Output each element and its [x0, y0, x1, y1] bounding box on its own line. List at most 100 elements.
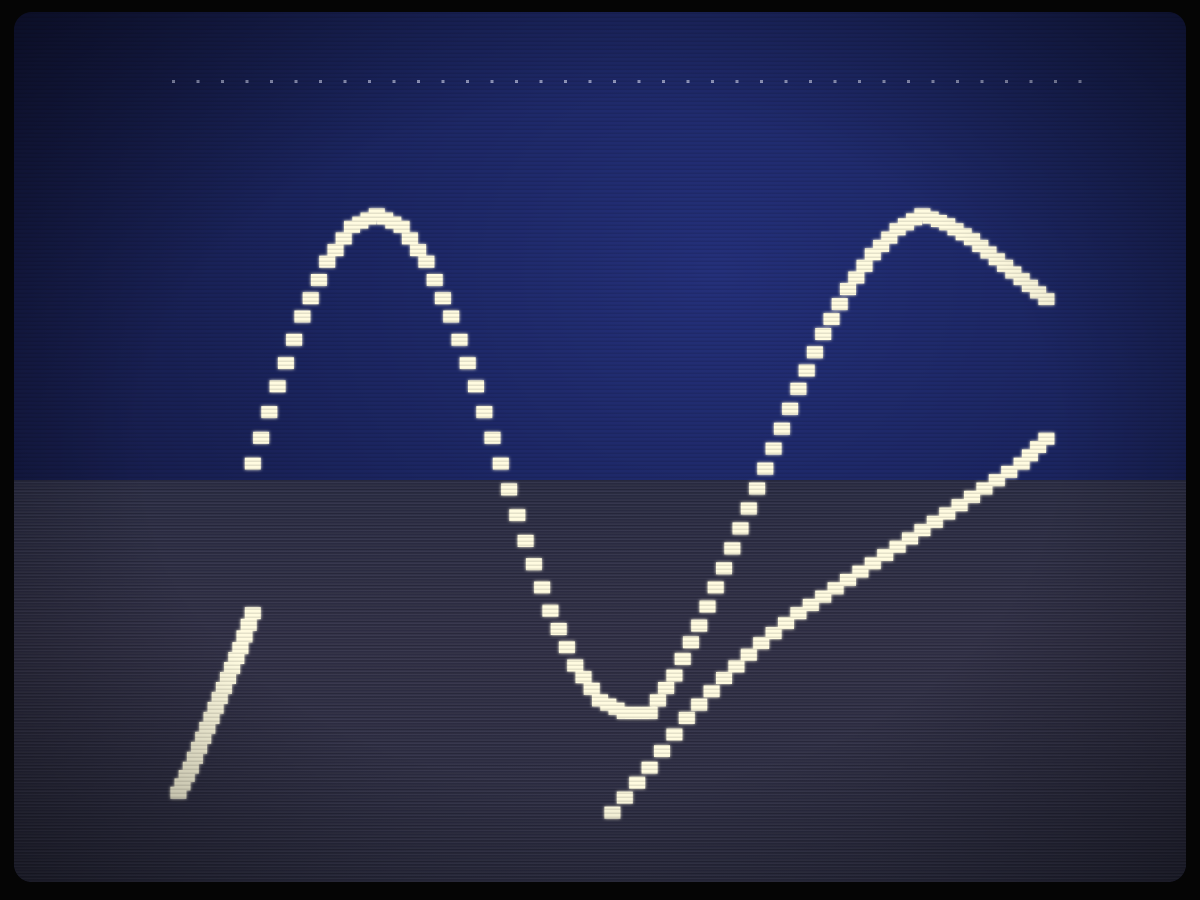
- trace-segment: [732, 522, 749, 535]
- data-point: [244, 457, 261, 470]
- border-dot: [784, 80, 788, 83]
- trace-segment: [286, 333, 303, 346]
- trace-segment: [848, 271, 865, 284]
- trace-segment: [616, 791, 633, 804]
- trace-segment: [426, 274, 443, 286]
- data-point: [790, 382, 807, 395]
- data-point: [641, 761, 658, 774]
- border-dot: [1029, 80, 1033, 83]
- data-point: [232, 642, 249, 655]
- border-dot: [809, 80, 812, 83]
- trace-segment: [740, 648, 757, 661]
- trace-segment: [823, 313, 840, 325]
- series-2: [604, 432, 1055, 819]
- border-dot: [662, 80, 665, 83]
- trace-segment: [707, 581, 724, 594]
- border-dot: [1078, 80, 1082, 83]
- border-dot: [735, 80, 739, 83]
- trace-segment: [550, 623, 567, 635]
- trace-segment: [277, 357, 294, 370]
- crt-screen: [14, 12, 1186, 882]
- trace-segment: [401, 232, 418, 245]
- border-dot: [490, 80, 494, 83]
- border-dot: [466, 80, 469, 83]
- trace-segment: [728, 660, 745, 673]
- border-dot: [221, 80, 224, 83]
- data-point: [294, 310, 311, 323]
- trace-segment: [806, 346, 823, 359]
- trace-segment: [335, 232, 352, 245]
- border-dot: [711, 80, 714, 83]
- border-dot: [637, 80, 641, 83]
- trace-segment: [773, 422, 790, 435]
- data-point: [244, 607, 261, 620]
- data-point: [542, 604, 559, 617]
- top-dotted-border: [172, 80, 1082, 83]
- border-dot: [515, 80, 518, 83]
- series-1: [170, 607, 261, 799]
- trace-segment: [501, 483, 518, 496]
- border-dot: [858, 80, 861, 83]
- border-dot: [196, 80, 200, 83]
- data-point: [319, 255, 336, 268]
- trace-segment: [654, 745, 670, 758]
- trace-segment: [703, 685, 720, 698]
- trace-segment: [484, 431, 501, 444]
- data-point: [641, 706, 658, 719]
- border-dot: [392, 80, 396, 83]
- trace-segment: [240, 618, 257, 631]
- border-dot: [1054, 80, 1057, 83]
- trace-segment: [459, 357, 476, 370]
- trace-segment: [302, 292, 319, 305]
- trace-segment: [575, 671, 592, 684]
- trace-segment: [327, 244, 344, 257]
- data-point: [716, 562, 732, 575]
- trace-segment: [831, 298, 848, 311]
- data-point: [815, 328, 832, 340]
- trace-segment: [583, 682, 600, 695]
- trace-segment: [525, 558, 542, 571]
- data-point: [740, 502, 757, 515]
- data-point: [269, 380, 286, 393]
- border-dot: [882, 80, 886, 83]
- trace-segment: [682, 636, 699, 649]
- border-dot: [931, 80, 935, 83]
- data-point: [765, 442, 782, 455]
- trace-segment: [629, 776, 646, 789]
- trace-segment: [509, 509, 526, 522]
- border-dot: [907, 80, 910, 83]
- trace-segment: [798, 364, 815, 377]
- border-dot: [613, 80, 616, 83]
- data-point: [1038, 432, 1055, 445]
- series-layer: [170, 208, 1055, 819]
- border-dot: [1005, 80, 1008, 83]
- trace-segment: [666, 728, 683, 741]
- trace-segment: [434, 292, 451, 305]
- trace-segment: [757, 462, 774, 475]
- trace-segment: [476, 406, 493, 419]
- data-point: [716, 672, 732, 684]
- trace-segment: [310, 274, 327, 286]
- trace-segment: [782, 402, 799, 415]
- border-dot: [417, 80, 420, 83]
- border-dot: [270, 80, 273, 83]
- data-point: [393, 220, 410, 233]
- data-point: [567, 659, 584, 672]
- data-point: [517, 534, 534, 547]
- border-dot: [956, 80, 959, 83]
- border-dot: [319, 80, 322, 83]
- data-point: [840, 283, 856, 296]
- trace-segment: [558, 641, 575, 654]
- trace-segment: [856, 259, 873, 272]
- trace-segment: [649, 694, 666, 707]
- border-dot: [564, 80, 567, 83]
- data-point: [678, 711, 695, 724]
- border-dot: [343, 80, 347, 83]
- trace-segment: [699, 600, 716, 613]
- data-point: [666, 669, 683, 682]
- data-point: [604, 806, 621, 819]
- crt-bezel: [0, 0, 1200, 900]
- trace-segment: [691, 698, 708, 711]
- border-dot: [294, 80, 298, 83]
- trace-segment: [674, 652, 691, 665]
